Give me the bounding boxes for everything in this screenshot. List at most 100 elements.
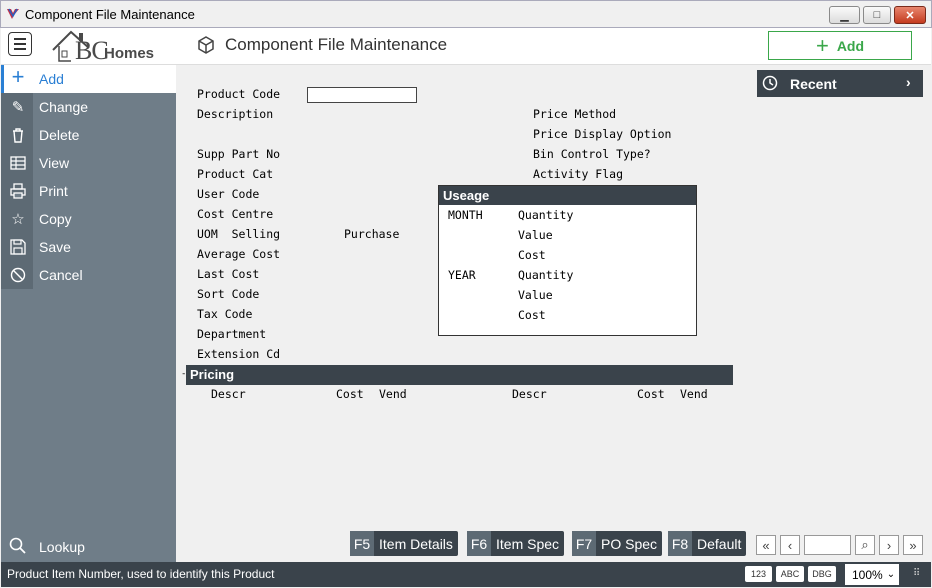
maximize-button[interactable]: □ [863, 6, 891, 24]
useage-header: Useage [439, 186, 696, 205]
sidebar-item-cancel[interactable]: Cancel [1, 261, 176, 289]
star-icon: ☆ [11, 211, 25, 228]
f6-key: F6 [467, 531, 491, 556]
capslock-badge: ABC [776, 566, 804, 582]
zoom-select[interactable]: 100% ⌄ [845, 564, 899, 585]
sidebar-item-delete[interactable]: Delete [1, 121, 176, 149]
window-titlebar: Component File Maintenance ▁ □ ✕ [0, 0, 932, 28]
product-code-label: Product Code [197, 87, 281, 101]
clock-icon [762, 75, 778, 91]
trash-icon [9, 126, 27, 144]
f7-key: F7 [572, 531, 596, 556]
pricing-col-vend-2: Vend [680, 387, 708, 401]
sidebar-item-add[interactable]: + Add [1, 64, 176, 93]
first-record-button[interactable]: « [756, 535, 776, 555]
product-code-input[interactable] [307, 87, 417, 103]
main-form: Product Code Description Supp Part No Pr… [176, 65, 931, 562]
close-icon: ✕ [905, 9, 915, 22]
price-method-label: Price Method [533, 107, 617, 121]
minimize-icon: ▁ [840, 9, 849, 22]
recent-label: Recent [790, 76, 837, 92]
resize-grip-icon[interactable]: ⠿ [913, 568, 920, 579]
department-label: Department [197, 327, 267, 341]
f8-label: Default [697, 535, 742, 552]
last-record-button[interactable]: » [903, 535, 923, 555]
sidebar-item-label: Cancel [39, 267, 83, 283]
supp-part-no-label: Supp Part No [197, 147, 281, 161]
f8-key: F8 [668, 531, 692, 556]
zoom-value: 100% [852, 567, 883, 582]
status-message: Product Item Number, used to identify th… [7, 567, 275, 581]
page-title: Component File Maintenance [225, 35, 448, 54]
save-icon [9, 238, 27, 256]
f6-label: Item Spec [496, 535, 560, 552]
minimize-button[interactable]: ▁ [829, 6, 860, 24]
f7-label: PO Spec [601, 535, 658, 552]
month-label: MONTH [448, 208, 483, 222]
description-label: Description [197, 107, 274, 121]
tax-code-label: Tax Code [197, 307, 253, 321]
next-record-button[interactable]: › [879, 535, 899, 555]
printer-icon [9, 182, 27, 200]
year-cost-label: Cost [518, 308, 546, 322]
app-header: BC Homes Component File Maintenance + Ad… [1, 28, 931, 65]
record-search-button[interactable]: ⌕ [855, 535, 875, 555]
sidebar-item-print[interactable]: Print [1, 177, 176, 205]
year-label: YEAR [448, 268, 476, 282]
sidebar-item-label: Print [39, 183, 68, 199]
last-cost-label: Last Cost [197, 267, 260, 281]
sidebar-item-save[interactable]: Save [1, 233, 176, 261]
pricing-col-descr: Descr [211, 387, 246, 401]
chevron-down-icon: ⌄ [886, 569, 896, 580]
month-quantity-label: Quantity [518, 208, 574, 222]
pricing-col-cost: Cost [336, 387, 364, 401]
sidebar-item-copy[interactable]: ☆ Copy [1, 205, 176, 233]
record-number-input[interactable] [804, 535, 851, 555]
debug-badge[interactable]: DBG [808, 566, 836, 582]
table-icon [9, 154, 27, 172]
numlock-badge: 123 [745, 566, 772, 582]
sort-code-label: Sort Code [197, 287, 260, 301]
pricing-header: Pricing [186, 365, 733, 385]
f8-default-button[interactable]: F8 Default [668, 531, 747, 556]
plus-icon: + [11, 64, 25, 89]
month-value-label: Value [518, 228, 553, 242]
extension-cd-label: Extension Cd [197, 347, 281, 361]
activity-flag-label: Activity Flag [533, 167, 624, 181]
sidebar-item-label: Change [39, 99, 89, 115]
add-button-label: Add [836, 37, 865, 54]
logo-homes-text: Homes [104, 45, 155, 62]
lookup-button[interactable]: Lookup [1, 532, 176, 562]
chevron-right-icon: › [906, 74, 911, 90]
menu-button[interactable] [8, 32, 32, 56]
app-logo-icon [7, 8, 19, 19]
recent-button[interactable]: Recent › [757, 70, 923, 97]
chevron-left-icon: ‹ [787, 537, 793, 553]
f6-item-spec-button[interactable]: F6 Item Spec [467, 531, 565, 556]
search-icon: ⌕ [861, 537, 869, 552]
f5-key: F5 [350, 531, 374, 556]
company-logo: BC Homes [49, 28, 169, 65]
previous-record-button[interactable]: ‹ [780, 535, 800, 555]
sidebar-item-view[interactable]: View [1, 149, 176, 177]
logo-bc-text: BC [75, 36, 109, 65]
pricing-col-cost-2: Cost [637, 387, 665, 401]
price-display-option-label: Price Display Option [533, 127, 672, 141]
add-button[interactable]: + Add [768, 31, 912, 60]
double-chevron-left-icon: « [762, 537, 770, 553]
search-icon [9, 537, 26, 554]
user-code-label: User Code [197, 187, 260, 201]
double-chevron-right-icon: » [909, 537, 917, 553]
cost-centre-label: Cost Centre [197, 207, 274, 221]
sidebar-item-change[interactable]: ✎ Change [1, 93, 176, 121]
hamburger-icon [14, 38, 26, 40]
f5-label: Item Details [379, 535, 453, 552]
close-button[interactable]: ✕ [894, 6, 926, 24]
f5-item-details-button[interactable]: F5 Item Details [350, 531, 458, 556]
sidebar-item-label: Add [39, 71, 64, 87]
product-cat-label: Product Cat [197, 167, 274, 181]
pricing-col-vend: Vend [379, 387, 407, 401]
f7-po-spec-button[interactable]: F7 PO Spec [572, 531, 663, 556]
sidebar: + Add ✎ Change Delete View Print ☆ Copy … [1, 64, 176, 562]
status-bar: Product Item Number, used to identify th… [1, 562, 931, 587]
